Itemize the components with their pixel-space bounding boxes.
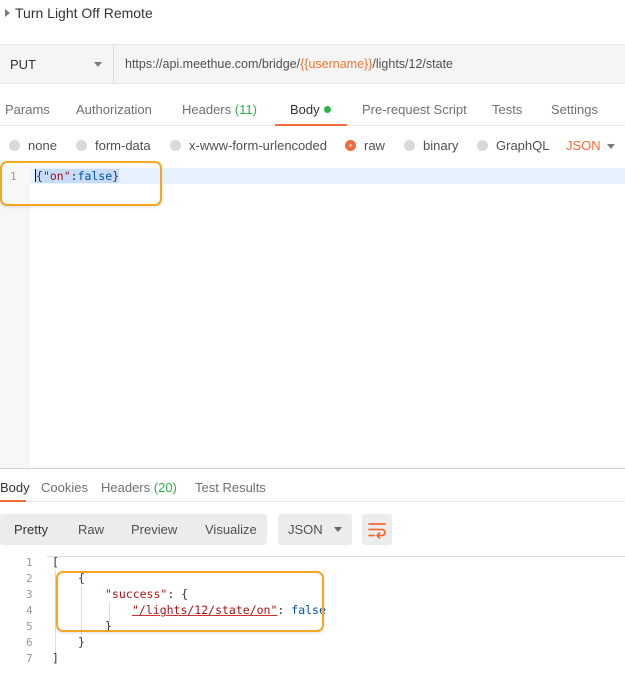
radio-graphql[interactable]: GraphQL [477,138,549,153]
radio-binary[interactable]: binary [404,138,458,153]
radio-form-data[interactable]: form-data [76,138,151,153]
radio-icon [9,140,20,151]
visualize-button[interactable]: Visualize [205,522,257,537]
tab-headers[interactable]: Headers (11) [182,102,257,117]
tab-settings[interactable]: Settings [551,102,598,117]
url-variable: {{username}} [300,57,373,71]
view-mode-group: Pretty Raw Preview Visualize [0,514,267,545]
request-body-editor[interactable]: 1 {"on":false} [0,166,625,468]
line-number: 3 [26,588,33,601]
code-line: } [78,635,85,649]
request-title-row[interactable]: Turn Light Off Remote [0,0,625,28]
radio-none[interactable]: none [9,138,57,153]
chevron-down-icon [334,527,342,532]
url-input[interactable]: https://api.meethue.com/bridge/{{usernam… [125,57,453,71]
tab-headers-label: Headers [182,102,232,117]
radio-raw-label: raw [364,138,385,153]
tab-response-headers-label: Headers [101,480,151,495]
radio-none-label: none [28,138,57,153]
preview-button[interactable]: Preview [131,522,177,537]
radio-icon [477,140,488,151]
active-tab-indicator [0,500,26,502]
radio-form-data-label: form-data [95,138,151,153]
editor-gutter [0,166,30,468]
method-label: PUT [10,57,36,72]
tab-response-headers-count: (20) [153,480,177,495]
chevron-down-icon[interactable] [607,144,615,149]
chevron-down-icon [94,62,102,67]
request-title[interactable]: Turn Light Off Remote [15,5,153,21]
pretty-button[interactable]: Pretty [14,522,48,537]
url-suffix: /lights/12/state [372,57,454,71]
tab-prerequest-script[interactable]: Pre-request Script [362,102,467,117]
format-label: JSON [288,522,323,537]
tab-response-headers[interactable]: Headers (20) [101,480,177,495]
raw-button[interactable]: Raw [78,522,104,537]
radio-selected-icon [345,140,356,151]
radio-icon [76,140,87,151]
response-tabs: Body Cookies Headers (20) Test Results [0,470,625,502]
line-number: 1 [26,556,33,569]
method-select[interactable]: PUT [0,45,114,83]
active-tab-indicator [275,124,347,126]
radio-binary-label: binary [423,138,459,153]
radio-urlencoded-label: x-www-form-urlencoded [189,138,327,153]
wrap-lines-icon [368,523,386,539]
radio-graphql-label: GraphQL [496,138,550,153]
radio-raw[interactable]: raw [345,138,385,153]
line-number: 2 [26,572,33,585]
tab-headers-count: (11) [234,102,257,117]
radio-urlencoded[interactable]: x-www-form-urlencoded [170,138,327,153]
caret-right-icon[interactable] [5,9,10,17]
url-prefix: https://api.meethue.com/bridge/ [125,57,301,71]
editor-border [47,556,625,557]
wrap-lines-button[interactable] [362,514,392,545]
tab-body-label: Body [290,102,320,117]
body-type-options: none form-data x-www-form-urlencoded raw… [0,138,625,160]
radio-icon [404,140,415,151]
tab-response-body[interactable]: Body [0,480,30,495]
language-select[interactable]: JSON [566,138,601,153]
tab-cookies[interactable]: Cookies [41,480,88,495]
tab-tests[interactable]: Tests [492,102,522,117]
tab-test-results[interactable]: Test Results [195,480,266,495]
url-bar: PUT https://api.meethue.com/bridge/{{use… [0,44,625,84]
tab-body[interactable]: Body [290,102,331,117]
line-number: 7 [26,652,33,665]
tab-authorization[interactable]: Authorization [76,102,152,117]
status-dot-icon [323,106,331,113]
line-number: 6 [26,636,33,649]
radio-icon [170,140,181,151]
code-line: ] [52,651,59,665]
code-line: [ [52,555,59,569]
format-select[interactable]: JSON [278,514,352,545]
tab-params[interactable]: Params [5,102,50,117]
pane-divider[interactable] [0,468,625,469]
line-number: 4 [26,604,33,617]
request-tabs: Params Authorization Headers (11) Body P… [0,96,625,126]
annotation-highlight [56,571,324,632]
line-number: 5 [26,620,33,633]
annotation-highlight [0,161,162,206]
response-toolbar: Pretty Raw Preview Visualize JSON [0,514,625,546]
